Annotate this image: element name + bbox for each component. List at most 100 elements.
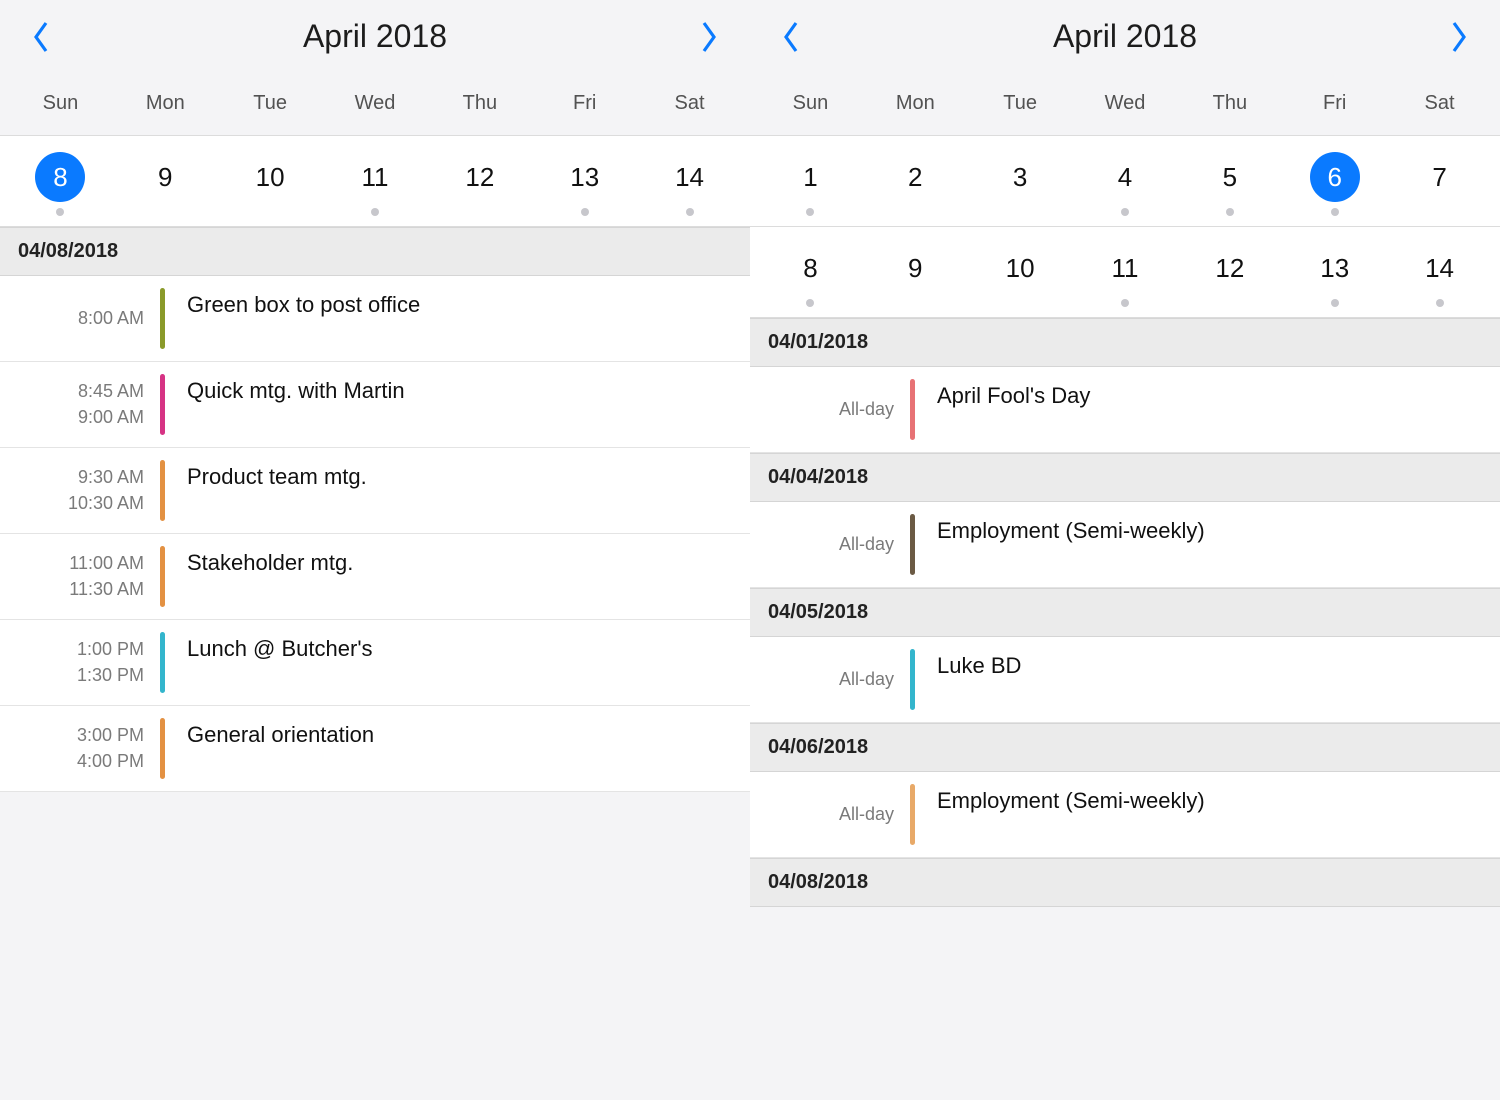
month-title: April 2018 — [303, 18, 447, 55]
event-row[interactable]: 8:45 AM9:00 AMQuick mtg. with Martin — [0, 362, 750, 448]
day-cell[interactable]: 12 — [1177, 243, 1282, 307]
event-row[interactable]: 1:00 PM1:30 PMLunch @ Butcher's — [0, 620, 750, 706]
day-cell[interactable]: 2 — [863, 152, 968, 216]
day-cell[interactable]: 13 — [532, 152, 637, 216]
day-cell[interactable]: 8 — [758, 243, 863, 307]
weekday-label: Sat — [1387, 92, 1492, 115]
weekday-label: Sat — [637, 92, 742, 115]
day-cell[interactable]: 1 — [758, 152, 863, 216]
previous-month-button[interactable] — [30, 19, 52, 55]
day-cell[interactable]: 6 — [1282, 152, 1387, 216]
event-row[interactable]: All-dayApril Fool's Day — [750, 367, 1500, 453]
agenda-date-header: 04/05/2018 — [750, 588, 1500, 637]
weekday-label: Mon — [863, 92, 968, 115]
agenda-date-header: 04/08/2018 — [750, 858, 1500, 907]
agenda-date-header: 04/08/2018 — [0, 227, 750, 276]
day-cell[interactable]: 11 — [1073, 243, 1178, 307]
day-cell[interactable]: 12 — [427, 152, 532, 216]
weekday-header-row: SunMonTueWedThuFriSat — [750, 67, 1500, 135]
agenda-date-header: 04/01/2018 — [750, 318, 1500, 367]
day-number: 1 — [785, 152, 835, 202]
day-cell[interactable]: 13 — [1282, 243, 1387, 307]
agenda-date-header: 04/06/2018 — [750, 723, 1500, 772]
weekday-header-row: SunMonTueWedThuFriSat — [0, 67, 750, 135]
day-cell[interactable]: 5 — [1177, 152, 1282, 216]
day-cell[interactable]: 3 — [968, 152, 1073, 216]
day-cell[interactable]: 4 — [1073, 152, 1178, 216]
agenda-list: 04/01/2018All-dayApril Fool's Day04/04/2… — [750, 318, 1500, 1100]
event-title: Stakeholder mtg. — [165, 544, 750, 609]
day-cell[interactable]: 14 — [637, 152, 742, 216]
event-dot-icon — [1121, 299, 1129, 307]
previous-month-button[interactable] — [780, 19, 802, 55]
day-number: 14 — [1415, 243, 1465, 293]
event-row[interactable]: 3:00 PM4:00 PMGeneral orientation — [0, 706, 750, 792]
weekday-label: Wed — [323, 92, 428, 115]
event-dot-icon — [1226, 208, 1234, 216]
event-row[interactable]: 11:00 AM11:30 AMStakeholder mtg. — [0, 534, 750, 620]
event-row[interactable]: 8:00 AMGreen box to post office — [0, 276, 750, 362]
day-number: 11 — [350, 152, 400, 202]
event-dot-icon — [1331, 208, 1339, 216]
event-row[interactable]: All-dayEmployment (Semi-weekly) — [750, 772, 1500, 858]
week-row: 12345 67 — [750, 135, 1500, 226]
calendar-grid: 8 9 10 11 12 13 14 — [0, 135, 750, 227]
day-cell[interactable]: 11 — [323, 152, 428, 216]
day-number: 13 — [560, 152, 610, 202]
month-header: April 2018 — [0, 0, 750, 67]
day-number: 10 — [245, 152, 295, 202]
next-month-button[interactable] — [698, 19, 720, 55]
day-cell[interactable]: 9 — [863, 243, 968, 307]
day-cell[interactable]: 8 — [8, 152, 113, 216]
day-cell[interactable]: 9 — [113, 152, 218, 216]
day-number: 10 — [995, 243, 1045, 293]
event-time: All-day — [750, 782, 910, 847]
week-row: 89 10 11 12 13 14 — [750, 226, 1500, 318]
month-title: April 2018 — [1053, 18, 1197, 55]
event-dot-icon — [56, 208, 64, 216]
day-number: 9 — [890, 243, 940, 293]
event-title: Lunch @ Butcher's — [165, 630, 750, 695]
event-dot-icon — [806, 208, 814, 216]
event-title: Green box to post office — [165, 286, 750, 351]
day-number: 14 — [665, 152, 715, 202]
event-title: Employment (Semi-weekly) — [915, 782, 1500, 847]
day-number: 9 — [140, 152, 190, 202]
day-number: 5 — [1205, 152, 1255, 202]
event-time: 8:45 AM9:00 AM — [0, 372, 160, 437]
event-time: 11:00 AM11:30 AM — [0, 544, 160, 609]
calendar-panel-left: April 2018 SunMonTueWedThuFriSat 8 9 10 11 1… — [0, 0, 750, 1100]
event-title: Luke BD — [915, 647, 1500, 712]
weekday-label: Thu — [427, 92, 532, 115]
event-title: Quick mtg. with Martin — [165, 372, 750, 437]
event-time: 9:30 AM10:30 AM — [0, 458, 160, 523]
event-dot-icon — [1436, 299, 1444, 307]
month-header: April 2018 — [750, 0, 1500, 67]
event-time: All-day — [750, 647, 910, 712]
weekday-label: Tue — [968, 92, 1073, 115]
next-month-button[interactable] — [1448, 19, 1470, 55]
day-cell[interactable]: 10 — [218, 152, 323, 216]
event-row[interactable]: 9:30 AM10:30 AMProduct team mtg. — [0, 448, 750, 534]
day-number: 3 — [995, 152, 1045, 202]
weekday-label: Fri — [532, 92, 637, 115]
event-title: General orientation — [165, 716, 750, 781]
day-cell[interactable]: 7 — [1387, 152, 1492, 216]
event-row[interactable]: All-dayEmployment (Semi-weekly) — [750, 502, 1500, 588]
weekday-label: Mon — [113, 92, 218, 115]
day-number: 8 — [35, 152, 85, 202]
weekday-label: Fri — [1282, 92, 1387, 115]
event-time: 8:00 AM — [0, 286, 160, 351]
day-number: 12 — [455, 152, 505, 202]
day-number: 6 — [1310, 152, 1360, 202]
agenda-date-header: 04/04/2018 — [750, 453, 1500, 502]
event-dot-icon — [806, 299, 814, 307]
day-number: 12 — [1205, 243, 1255, 293]
day-cell[interactable]: 14 — [1387, 243, 1492, 307]
day-number: 11 — [1100, 243, 1150, 293]
weekday-label: Tue — [218, 92, 323, 115]
event-row[interactable]: All-dayLuke BD — [750, 637, 1500, 723]
event-dot-icon — [371, 208, 379, 216]
event-title: Product team mtg. — [165, 458, 750, 523]
day-cell[interactable]: 10 — [968, 243, 1073, 307]
